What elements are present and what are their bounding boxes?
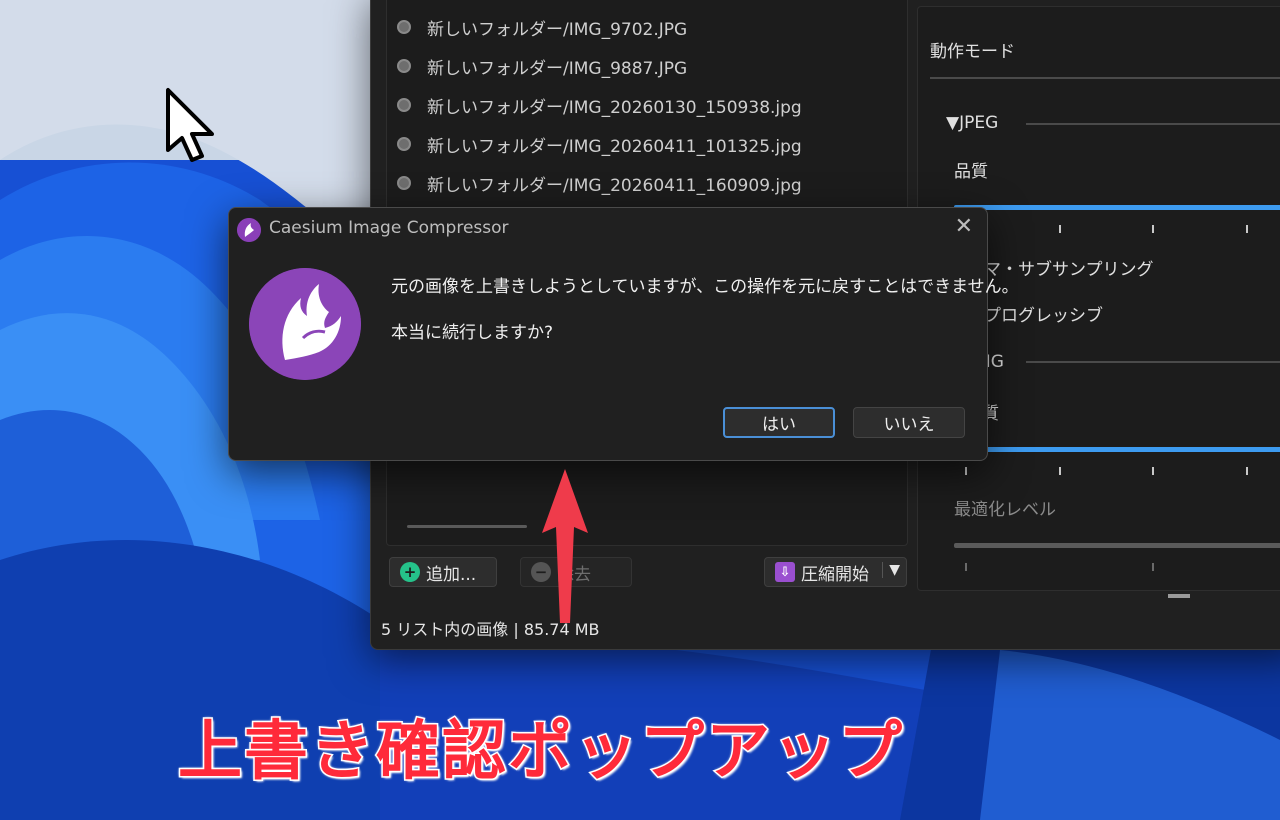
add-button[interactable]: + 追加... [389, 557, 497, 587]
divider [1026, 123, 1280, 125]
slider-tick [965, 467, 967, 475]
resize-grip-icon[interactable] [1168, 594, 1190, 598]
caesium-logo-icon [249, 268, 361, 380]
file-list-item[interactable]: 新しいフォルダー/IMG_20260411_101325.jpg [397, 127, 802, 161]
no-button[interactable]: いいえ [853, 407, 965, 438]
slider-tick [1059, 467, 1061, 475]
mouse-cursor-icon [166, 88, 214, 162]
quality-slider[interactable] [954, 205, 1280, 210]
overwrite-confirm-dialog: Caesium Image Compressor ✕ 元の画像を上書きしようとし… [228, 207, 1019, 461]
file-list-item[interactable]: 新しいフォルダー/IMG_9887.JPG [397, 49, 687, 83]
annotation-caption: 上書き確認ポップアップ [177, 714, 904, 791]
file-list-item[interactable]: 新しいフォルダー/IMG_20260411_160909.jpg [397, 166, 802, 200]
radio-icon[interactable] [397, 59, 411, 73]
annotation-arrow-icon [542, 469, 588, 623]
file-list-item[interactable]: 新しいフォルダー/IMG_9702.JPG [397, 10, 687, 44]
slider-tick [1059, 225, 1061, 233]
compress-box-icon: ⇩ [775, 562, 795, 582]
dialog-title: Caesium Image Compressor [269, 218, 509, 238]
slider-tick [1152, 563, 1154, 571]
compress-start-button[interactable]: ⇩ 圧縮開始 ▼ [764, 557, 907, 587]
radio-icon[interactable] [397, 137, 411, 151]
dialog-question: 本当に続行しますか? [391, 323, 554, 343]
progressive-label: プログレッシブ [984, 306, 1103, 326]
slider-tick [1246, 225, 1248, 233]
chevron-down-icon[interactable]: ▼ [882, 562, 900, 578]
radio-icon[interactable] [397, 20, 411, 34]
slider-tick [1152, 225, 1154, 233]
horizontal-scrollbar[interactable] [407, 525, 527, 528]
mode-label: 動作モード [930, 42, 1015, 62]
radio-icon[interactable] [397, 176, 411, 190]
caesium-app-icon [237, 218, 261, 242]
optimize-level-slider[interactable] [954, 543, 1280, 548]
slider-tick [1152, 467, 1154, 475]
dialog-message: 元の画像を上書きしようとしていますが、この操作を元に戻すことはできません。 [391, 277, 1019, 297]
quality-label: 品質 [954, 162, 988, 182]
png-quality-slider[interactable] [954, 447, 1280, 452]
optimize-level-label: 最適化レベル [954, 500, 1056, 520]
divider [930, 77, 1280, 79]
jpeg-section-header[interactable]: ▼JPEG [946, 113, 998, 133]
close-icon[interactable]: ✕ [955, 216, 973, 238]
radio-icon[interactable] [397, 98, 411, 112]
slider-tick [1246, 467, 1248, 475]
slider-tick [965, 563, 967, 571]
yes-button[interactable]: はい [723, 407, 835, 438]
divider [1026, 361, 1280, 363]
file-list-item[interactable]: 新しいフォルダー/IMG_20260130_150938.jpg [397, 88, 802, 122]
plus-icon: + [400, 562, 420, 582]
